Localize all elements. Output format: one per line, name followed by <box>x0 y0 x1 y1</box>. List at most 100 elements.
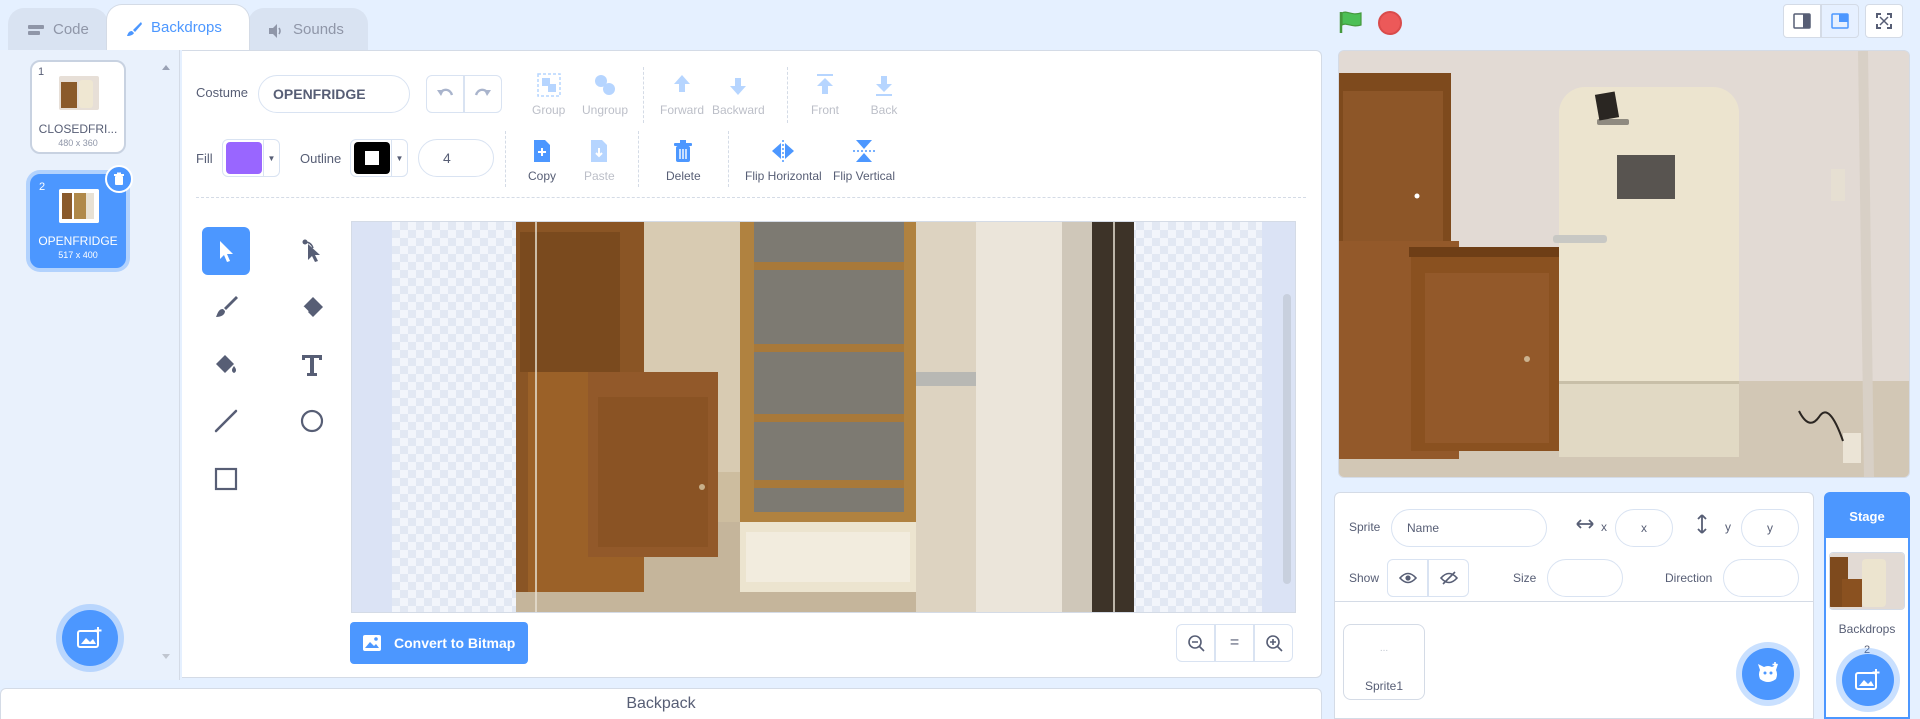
size-input[interactable] <box>1547 559 1623 597</box>
tab-backdrops[interactable]: Backdrops <box>106 4 250 50</box>
speaker-icon <box>267 23 285 38</box>
closed-fridge-scene <box>1339 51 1909 477</box>
select-tool[interactable] <box>202 227 250 275</box>
canvas-scrollbar[interactable] <box>1283 294 1291 584</box>
backward-label: Backward <box>712 103 765 117</box>
sprite-tile[interactable]: ... Sprite1 <box>1343 624 1425 700</box>
front-button[interactable]: Front <box>811 71 839 117</box>
toolbar-separator <box>196 197 1306 198</box>
forward-icon <box>668 71 696 99</box>
direction-label: Direction <box>1665 571 1713 585</box>
costume-label: Costume <box>196 85 249 100</box>
rectangle-tool[interactable] <box>202 455 250 503</box>
sprite-name-input[interactable]: Name <box>1391 509 1547 547</box>
eraser-tool[interactable] <box>288 283 336 331</box>
delete-button[interactable]: Delete <box>666 137 701 183</box>
visibility-toggle <box>1387 559 1469 597</box>
fill-color-picker[interactable]: ▼ <box>222 139 280 177</box>
choose-backdrop-button[interactable] <box>62 610 118 666</box>
chevron-down-icon: ▼ <box>263 140 279 176</box>
backdrop-number: 1 <box>38 66 45 78</box>
tab-code[interactable]: Code <box>8 8 108 50</box>
undo-redo-group <box>426 75 502 113</box>
front-icon <box>811 71 839 99</box>
ungroup-button[interactable]: Ungroup <box>582 71 628 117</box>
fill-tool[interactable] <box>202 341 250 389</box>
sprite-label: Sprite <box>1349 520 1381 534</box>
flip-vertical-icon <box>850 137 878 165</box>
normal-stage-button[interactable] <box>1821 4 1859 38</box>
toolbar-divider <box>505 131 506 187</box>
code-icon <box>27 23 45 37</box>
x-position-icon <box>1575 517 1595 534</box>
small-stage-icon <box>1793 13 1811 29</box>
tab-code-label: Code <box>53 21 89 38</box>
trash-icon <box>114 172 124 185</box>
redo-button[interactable] <box>464 75 502 113</box>
group-label: Group <box>532 103 566 117</box>
stop-icon[interactable] <box>1378 11 1402 35</box>
x-input[interactable]: x <box>1615 509 1673 547</box>
open-fridge-image <box>516 222 1134 612</box>
paste-button[interactable]: Paste <box>584 137 615 183</box>
zoom-in-icon <box>1265 635 1283 652</box>
fullscreen-button[interactable] <box>1865 4 1903 38</box>
backdrop-list-scrollbar[interactable] <box>158 56 174 666</box>
toolbar-divider <box>643 67 644 123</box>
paint-canvas[interactable] <box>351 221 1296 613</box>
backpack[interactable]: Backpack <box>0 688 1322 719</box>
green-flag-icon[interactable] <box>1338 10 1364 34</box>
backdrop-thumbnail <box>59 189 99 223</box>
circle-tool[interactable] <box>288 397 336 445</box>
editor-tabs: Code Backdrops Sounds <box>0 0 1330 50</box>
small-stage-button[interactable] <box>1783 4 1821 38</box>
zoom-reset-button[interactable]: = <box>1215 624 1254 662</box>
tab-backdrops-label: Backdrops <box>151 19 222 36</box>
line-tool[interactable] <box>202 397 250 445</box>
flip-vertical-button[interactable]: Flip Vertical <box>833 137 895 183</box>
group-button[interactable]: Group <box>532 71 565 117</box>
backdrop-name: CLOSEDFRI... <box>38 122 118 136</box>
fill-icon <box>216 355 236 373</box>
copy-icon <box>528 137 556 165</box>
add-sprite-icon <box>1758 662 1778 682</box>
backward-button[interactable]: Backward <box>712 71 765 117</box>
choose-backdrop-stage-button[interactable] <box>1842 654 1894 706</box>
costume-name-input[interactable]: OPENFRIDGE <box>258 75 410 113</box>
backpack-label: Backpack <box>626 695 696 712</box>
back-button[interactable]: Back <box>870 71 898 117</box>
text-tool[interactable] <box>288 341 336 389</box>
paint-editor: Costume OPENFRIDGE Group Ungroup Forward… <box>182 50 1322 678</box>
delete-label: Delete <box>666 169 701 183</box>
undo-icon <box>437 88 454 96</box>
copy-button[interactable]: Copy <box>528 137 556 183</box>
brush-tool[interactable] <box>202 283 250 331</box>
fill-label: Fill <box>196 151 213 166</box>
show-sprite-button[interactable] <box>1387 559 1428 597</box>
eraser-icon <box>302 297 323 317</box>
zoom-in-button[interactable] <box>1254 624 1293 662</box>
stage-thumbnail <box>1829 552 1905 610</box>
hide-sprite-button[interactable] <box>1428 559 1469 597</box>
flip-horizontal-button[interactable]: Flip Horizontal <box>745 137 822 183</box>
toolbar-divider <box>787 67 788 123</box>
outline-color-picker[interactable]: ▼ <box>350 139 408 177</box>
convert-to-bitmap-button[interactable]: Convert to Bitmap <box>350 622 528 664</box>
fill-color-swatch <box>226 142 262 174</box>
reshape-tool[interactable] <box>288 227 336 275</box>
direction-input[interactable] <box>1723 559 1799 597</box>
flip-horizontal-icon <box>769 137 797 165</box>
rectangle-icon <box>214 467 238 491</box>
stage-canvas[interactable] <box>1338 50 1910 478</box>
outline-width-input[interactable]: 4 <box>418 139 494 177</box>
backdrop-item-selected[interactable]: 2 OPENFRIDGE 517 x 400 <box>30 165 133 268</box>
undo-button[interactable] <box>426 75 464 113</box>
backdrop-item[interactable]: 1 CLOSEDFRI... 480 x 360 <box>30 60 126 154</box>
forward-button[interactable]: Forward <box>660 71 704 117</box>
delete-backdrop-button[interactable] <box>105 165 133 193</box>
toolbar-divider <box>638 131 639 187</box>
zoom-out-button[interactable] <box>1176 624 1215 662</box>
y-input[interactable]: y <box>1741 509 1799 547</box>
choose-sprite-button[interactable] <box>1742 648 1794 700</box>
tab-sounds[interactable]: Sounds <box>248 8 368 50</box>
